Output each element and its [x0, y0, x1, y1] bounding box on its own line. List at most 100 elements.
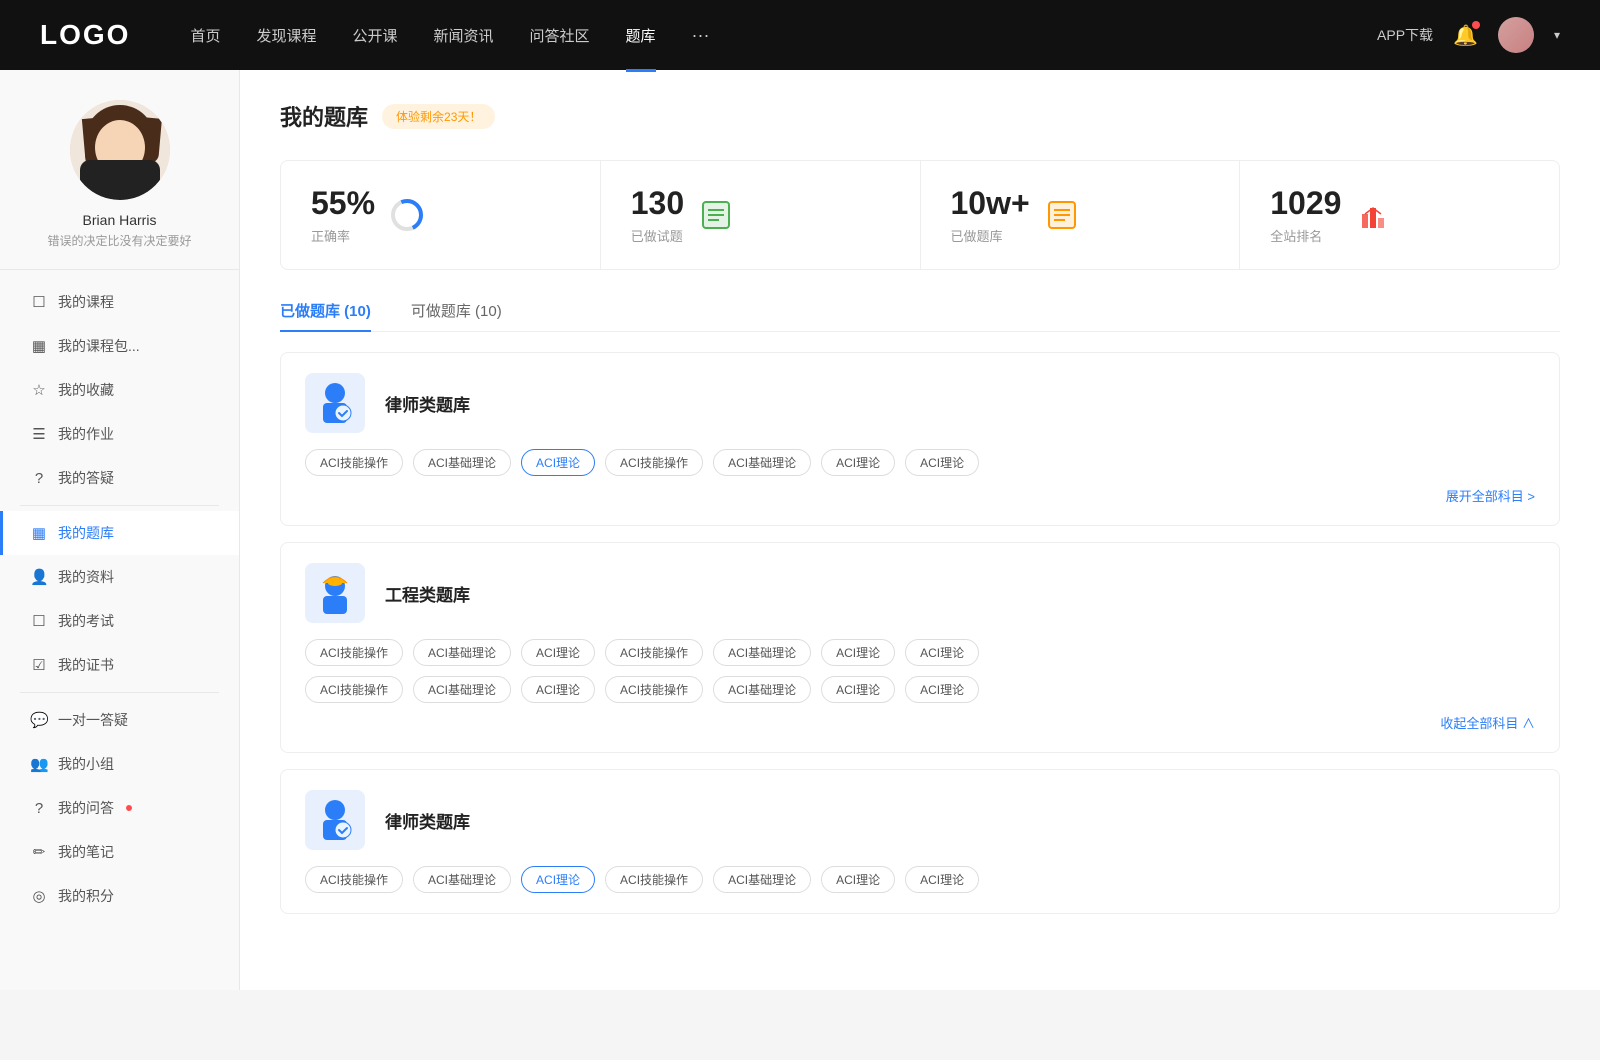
- trial-badge: 体验剩余23天！: [382, 104, 495, 129]
- nav-link-qa[interactable]: 问答社区: [530, 25, 590, 46]
- stat-done-banks-label: 已做题库: [951, 226, 1030, 245]
- qbank-title-1: 律师类题库: [385, 391, 470, 416]
- qa-notification-dot: [126, 805, 132, 811]
- qa-icon: ?: [30, 470, 48, 487]
- tag-2-6[interactable]: ACI理论: [905, 639, 979, 666]
- tag-3-6[interactable]: ACI理论: [905, 866, 979, 893]
- qbank-tags-2-row2: ACI技能操作 ACI基础理论 ACI理论 ACI技能操作 ACI基础理论 AC…: [305, 676, 1535, 703]
- qbank-tags-3: ACI技能操作 ACI基础理论 ACI理论 ACI技能操作 ACI基础理论 AC…: [305, 866, 1535, 893]
- page-header: 我的题库 体验剩余23天！: [280, 100, 1560, 132]
- sidebar-item-my-courses[interactable]: ☐ 我的课程: [0, 280, 239, 324]
- tag-1-5[interactable]: ACI理论: [821, 449, 895, 476]
- profile-icon: 👤: [30, 568, 48, 586]
- sidebar-item-course-package[interactable]: ▦ 我的课程包...: [0, 324, 239, 368]
- stats-row: 55% 正确率 130 已做试题: [280, 160, 1560, 270]
- qbank-card-lawyer-2: 律师类题库 ACI技能操作 ACI基础理论 ACI理论 ACI技能操作 ACI基…: [280, 769, 1560, 914]
- tag-2-8[interactable]: ACI基础理论: [413, 676, 511, 703]
- sidebar-item-profile[interactable]: 👤 我的资料: [0, 555, 239, 599]
- qbank-card-header-2: 工程类题库: [305, 563, 1535, 623]
- expand-button-1[interactable]: 展开全部科目 >: [305, 486, 1535, 505]
- tag-2-5[interactable]: ACI理论: [821, 639, 895, 666]
- tag-1-1[interactable]: ACI基础理论: [413, 449, 511, 476]
- tag-2-13[interactable]: ACI理论: [905, 676, 979, 703]
- sidebar-item-group[interactable]: 👥 我的小组: [0, 742, 239, 786]
- tag-2-2[interactable]: ACI理论: [521, 639, 595, 666]
- main-content: 我的题库 体验剩余23天！ 55% 正确率 130: [240, 70, 1600, 990]
- sidebar-divider-2: [20, 692, 219, 693]
- sidebar-item-notes[interactable]: ✏ 我的笔记: [0, 830, 239, 874]
- user-menu-chevron[interactable]: ▾: [1554, 28, 1560, 42]
- tab-available-banks[interactable]: 可做题库 (10): [411, 300, 502, 331]
- done-banks-icon: [1044, 197, 1080, 233]
- qbank-lawyer-icon-1: [305, 373, 365, 433]
- tag-3-0[interactable]: ACI技能操作: [305, 866, 403, 893]
- nav-link-courses[interactable]: 发现课程: [256, 25, 316, 46]
- stat-done-banks-value: 10w+: [951, 185, 1030, 222]
- qbank-card-lawyer-1: 律师类题库 ACI技能操作 ACI基础理论 ACI理论 ACI技能操作 ACI基…: [280, 352, 1560, 526]
- profile-motto: 错误的决定比没有决定要好: [47, 232, 191, 249]
- sidebar-item-points[interactable]: ◎ 我的积分: [0, 874, 239, 918]
- page-title: 我的题库: [280, 100, 368, 132]
- sidebar-item-certificate[interactable]: ☑ 我的证书: [0, 643, 239, 687]
- qbank-tags-1: ACI技能操作 ACI基础理论 ACI理论 ACI技能操作 ACI基础理论 AC…: [305, 449, 1535, 476]
- navbar: LOGO 首页 发现课程 公开课 新闻资讯 问答社区 题库 ··· APP下载 …: [0, 0, 1600, 70]
- sidebar-item-favorites[interactable]: ☆ 我的收藏: [0, 368, 239, 412]
- tag-2-1[interactable]: ACI基础理论: [413, 639, 511, 666]
- tag-2-0[interactable]: ACI技能操作: [305, 639, 403, 666]
- stat-done-questions-value: 130: [631, 185, 684, 222]
- nav-link-home[interactable]: 首页: [190, 25, 220, 46]
- tag-3-3[interactable]: ACI技能操作: [605, 866, 703, 893]
- tag-2-4[interactable]: ACI基础理论: [713, 639, 811, 666]
- tag-3-4[interactable]: ACI基础理论: [713, 866, 811, 893]
- tag-1-0[interactable]: ACI技能操作: [305, 449, 403, 476]
- notification-bell[interactable]: 🔔: [1453, 23, 1478, 48]
- tab-done-banks[interactable]: 已做题库 (10): [280, 300, 371, 331]
- stat-accuracy-value: 55%: [311, 185, 375, 222]
- rank-icon: [1355, 197, 1391, 233]
- tag-3-2[interactable]: ACI理论: [521, 866, 595, 893]
- stat-done-banks: 10w+ 已做题库: [921, 161, 1241, 269]
- tag-2-9[interactable]: ACI理论: [521, 676, 595, 703]
- nav-logo: LOGO: [40, 19, 130, 51]
- tag-1-6[interactable]: ACI理论: [905, 449, 979, 476]
- my-courses-icon: ☐: [30, 293, 48, 311]
- group-icon: 👥: [30, 755, 48, 773]
- stat-done-questions-label: 已做试题: [631, 226, 684, 245]
- tag-3-5[interactable]: ACI理论: [821, 866, 895, 893]
- app-download-button[interactable]: APP下载: [1377, 25, 1433, 45]
- tag-2-7[interactable]: ACI技能操作: [305, 676, 403, 703]
- qbank-card-header-3: 律师类题库: [305, 790, 1535, 850]
- course-package-icon: ▦: [30, 337, 48, 355]
- tag-1-4[interactable]: ACI基础理论: [713, 449, 811, 476]
- tabs-row: 已做题库 (10) 可做题库 (10): [280, 300, 1560, 332]
- collapse-button-2[interactable]: 收起全部科目 ∧: [305, 713, 1535, 732]
- nav-link-news[interactable]: 新闻资讯: [434, 25, 494, 46]
- exam-icon: ☐: [30, 612, 48, 630]
- tag-2-12[interactable]: ACI理论: [821, 676, 895, 703]
- notification-dot: [1472, 21, 1480, 29]
- tag-1-2[interactable]: ACI理论: [521, 449, 595, 476]
- avatar-image: [1498, 17, 1534, 53]
- tag-2-3[interactable]: ACI技能操作: [605, 639, 703, 666]
- sidebar-item-1on1-qa[interactable]: 💬 一对一答疑: [0, 698, 239, 742]
- tag-2-10[interactable]: ACI技能操作: [605, 676, 703, 703]
- user-avatar[interactable]: [1498, 17, 1534, 53]
- tag-1-3[interactable]: ACI技能操作: [605, 449, 703, 476]
- sidebar-divider-1: [20, 505, 219, 506]
- tag-2-11[interactable]: ACI基础理论: [713, 676, 811, 703]
- stat-rank-label: 全站排名: [1270, 226, 1341, 245]
- main-layout: Brian Harris 错误的决定比没有决定要好 ☐ 我的课程 ▦ 我的课程包…: [0, 70, 1600, 990]
- nav-link-qbank[interactable]: 题库: [626, 25, 656, 46]
- nav-link-open[interactable]: 公开课: [352, 25, 397, 46]
- sidebar-profile: Brian Harris 错误的决定比没有决定要好: [0, 100, 239, 270]
- nav-more[interactable]: ···: [692, 25, 710, 46]
- profile-avatar: [70, 100, 170, 200]
- favorites-icon: ☆: [30, 381, 48, 399]
- sidebar-item-qa[interactable]: ? 我的答疑: [0, 456, 239, 500]
- sidebar-item-exam[interactable]: ☐ 我的考试: [0, 599, 239, 643]
- sidebar-item-qbank[interactable]: ▦ 我的题库: [0, 511, 239, 555]
- tag-3-1[interactable]: ACI基础理论: [413, 866, 511, 893]
- sidebar-item-homework[interactable]: ☰ 我的作业: [0, 412, 239, 456]
- accuracy-chart-icon: [389, 197, 425, 233]
- sidebar-item-my-qa[interactable]: ? 我的问答: [0, 786, 239, 830]
